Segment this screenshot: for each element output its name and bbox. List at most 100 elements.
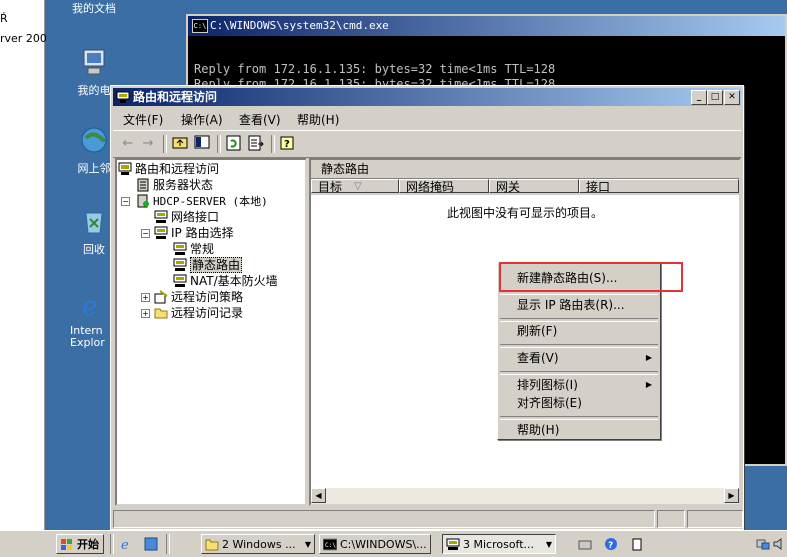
svg-text:?: ? (284, 139, 290, 150)
back-arrow-icon[interactable]: ← (119, 135, 137, 153)
tree-node-static-routes[interactable]: 静态路由 (173, 257, 243, 273)
routing-icon (118, 162, 132, 176)
tree-node-general[interactable]: 常规 (173, 242, 214, 257)
server-status-icon (136, 178, 150, 192)
column-headers: 目标 ▽ 网络掩码 网关 接口 (311, 179, 739, 195)
window-title-bar[interactable]: 路由和远程访问 _ □ ✕ (113, 88, 741, 106)
forward-arrow-icon[interactable]: → (139, 135, 157, 153)
column-interface[interactable]: 接口 (579, 179, 739, 194)
folder-icon (154, 306, 168, 320)
tree-node-nat[interactable]: NAT/基本防火墙 (173, 274, 278, 289)
console-tree[interactable]: 路由和远程访问 服务器状态 − HDCP-SERVER (本地) 网络接口 − … (115, 158, 307, 506)
status-panel-main (113, 510, 655, 528)
window-title: 路由和远程访问 (133, 90, 218, 104)
menu-separator (500, 371, 658, 375)
network-tray-icon[interactable] (578, 537, 592, 551)
menu-bar: 文件(F) 操作(A) 查看(V) 帮助(H) (113, 108, 741, 128)
group-arrow-icon: ▼ (545, 540, 552, 549)
svg-text:C:\: C:\ (325, 542, 336, 549)
static-routes-icon (173, 258, 187, 272)
refresh-icon[interactable] (225, 135, 243, 153)
tree-node-ip-routing[interactable]: IP 路由选择 (154, 226, 234, 241)
routing-app-icon (116, 91, 130, 103)
desktop-icon-label: Intern Explor (70, 324, 105, 349)
tree-node-network-interfaces[interactable]: 网络接口 (154, 210, 219, 225)
help-tray-icon[interactable]: ? (604, 537, 618, 551)
toolbar-separator (271, 135, 275, 153)
sort-indicator: ▽ (354, 181, 362, 192)
maximize-button[interactable]: □ (707, 90, 723, 105)
toolbar-separator (163, 135, 167, 153)
network-globe-icon (78, 124, 110, 156)
column-target[interactable]: 目标 ▽ (311, 179, 399, 194)
taskbar-button-windows-group[interactable]: 2 Windows ... ▼ (201, 534, 315, 554)
menu-separator (500, 344, 658, 348)
ie-quicklaunch-icon[interactable]: e (120, 537, 134, 553)
status-bar (113, 510, 743, 528)
menu-action[interactable]: 操作(A) (181, 111, 223, 128)
menu-item-line-up-icons[interactable]: 对齐图标(E) (500, 394, 658, 412)
cmd-icon: C:\ (192, 19, 208, 33)
horizontal-scrollbar[interactable]: ◀ ▶ (311, 488, 739, 504)
menu-help[interactable]: 帮助(H) (297, 111, 339, 128)
cmd-title: C:\WINDOWS\system32\cmd.exe (210, 19, 389, 32)
tree-node-remote-access-logging[interactable]: 远程访问记录 (154, 306, 243, 321)
submenu-arrow-icon: ▶ (645, 380, 652, 389)
tree-node-remote-access-policy[interactable]: 远程访问策略 (154, 290, 243, 305)
group-arrow-icon: ▼ (304, 540, 311, 549)
toolbar-separator (217, 135, 221, 153)
status-panel-2 (657, 510, 685, 528)
desktop-icon-label: 我的文档 (72, 2, 116, 15)
start-button[interactable]: 开始 (56, 534, 104, 554)
menu-item-help[interactable]: 帮助(H) (500, 421, 658, 439)
cmd-title-bar[interactable]: C:\ C:\WINDOWS\system32\cmd.exe (188, 16, 785, 36)
menu-item-refresh[interactable]: 刷新(F) (500, 322, 658, 340)
desktop-icon-label: 回收 (83, 243, 105, 256)
column-gateway[interactable]: 网关 (489, 179, 579, 194)
menu-file[interactable]: 文件(F) (123, 111, 163, 128)
taskbar-button-cmd[interactable]: C:\ C:\WINDOWS\... (319, 534, 431, 554)
menu-item-show-ip-routing-table[interactable]: 显示 IP 路由表(R)... (500, 296, 658, 314)
volume-tray-icon[interactable] (772, 537, 786, 551)
internet-explorer-icon: e (76, 289, 108, 322)
svg-text:e: e (121, 538, 129, 551)
taskbar-button-microsoft-group[interactable]: 3 Microsoft... ▼ (442, 534, 556, 554)
taskbar-separator (110, 534, 114, 554)
clipboard-tray-icon[interactable] (630, 537, 644, 551)
collapse-toggle[interactable]: − (141, 229, 150, 238)
export-list-icon[interactable] (247, 135, 265, 153)
computer-icon (78, 46, 110, 78)
svg-text:?: ? (608, 541, 613, 551)
scroll-right-arrow-icon[interactable]: ▶ (724, 488, 739, 503)
desktop-icon-label: 网上邻 (77, 162, 111, 175)
expand-toggle[interactable]: + (141, 309, 150, 318)
show-desktop-icon[interactable] (144, 537, 158, 551)
desktop-icon-label: 我的电 (77, 84, 111, 97)
menu-item-view[interactable]: 查看(V) ▶ (500, 349, 658, 367)
toolbar: ← → ? (113, 130, 741, 158)
collapse-toggle[interactable]: − (121, 197, 130, 206)
tree-node-server-status[interactable]: 服务器状态 (136, 178, 213, 193)
close-button[interactable]: ✕ (724, 90, 740, 105)
desktop-icon-my-documents[interactable]: 我的文档 (62, 0, 126, 16)
mmc-icon (446, 538, 460, 550)
menu-view[interactable]: 查看(V) (239, 111, 281, 128)
scroll-left-arrow-icon[interactable]: ◀ (311, 488, 326, 503)
minimize-button[interactable]: _ (691, 90, 707, 105)
help-icon[interactable]: ? (279, 135, 297, 153)
tree-node-root[interactable]: 路由和远程访问 (118, 162, 219, 177)
show-hide-tree-icon[interactable] (193, 135, 211, 153)
column-netmask[interactable]: 网络掩码 (399, 179, 489, 194)
windows-logo-icon (61, 539, 72, 550)
expand-toggle[interactable]: + (141, 293, 150, 302)
up-folder-icon[interactable] (171, 135, 189, 153)
server-icon (136, 194, 150, 208)
network-status-tray-icon[interactable] (756, 537, 770, 551)
tree-node-server[interactable]: HDCP-SERVER (本地) (136, 194, 268, 209)
nat-icon (173, 274, 187, 288)
general-icon (173, 242, 187, 256)
submenu-arrow-icon: ▶ (645, 353, 652, 362)
menu-item-arrange-icons[interactable]: 排列图标(I) ▶ (500, 376, 658, 394)
cmd-line: Reply from 172.16.1.135: bytes=32 time<1… (194, 62, 556, 76)
pane-header: 静态路由 (311, 160, 739, 179)
